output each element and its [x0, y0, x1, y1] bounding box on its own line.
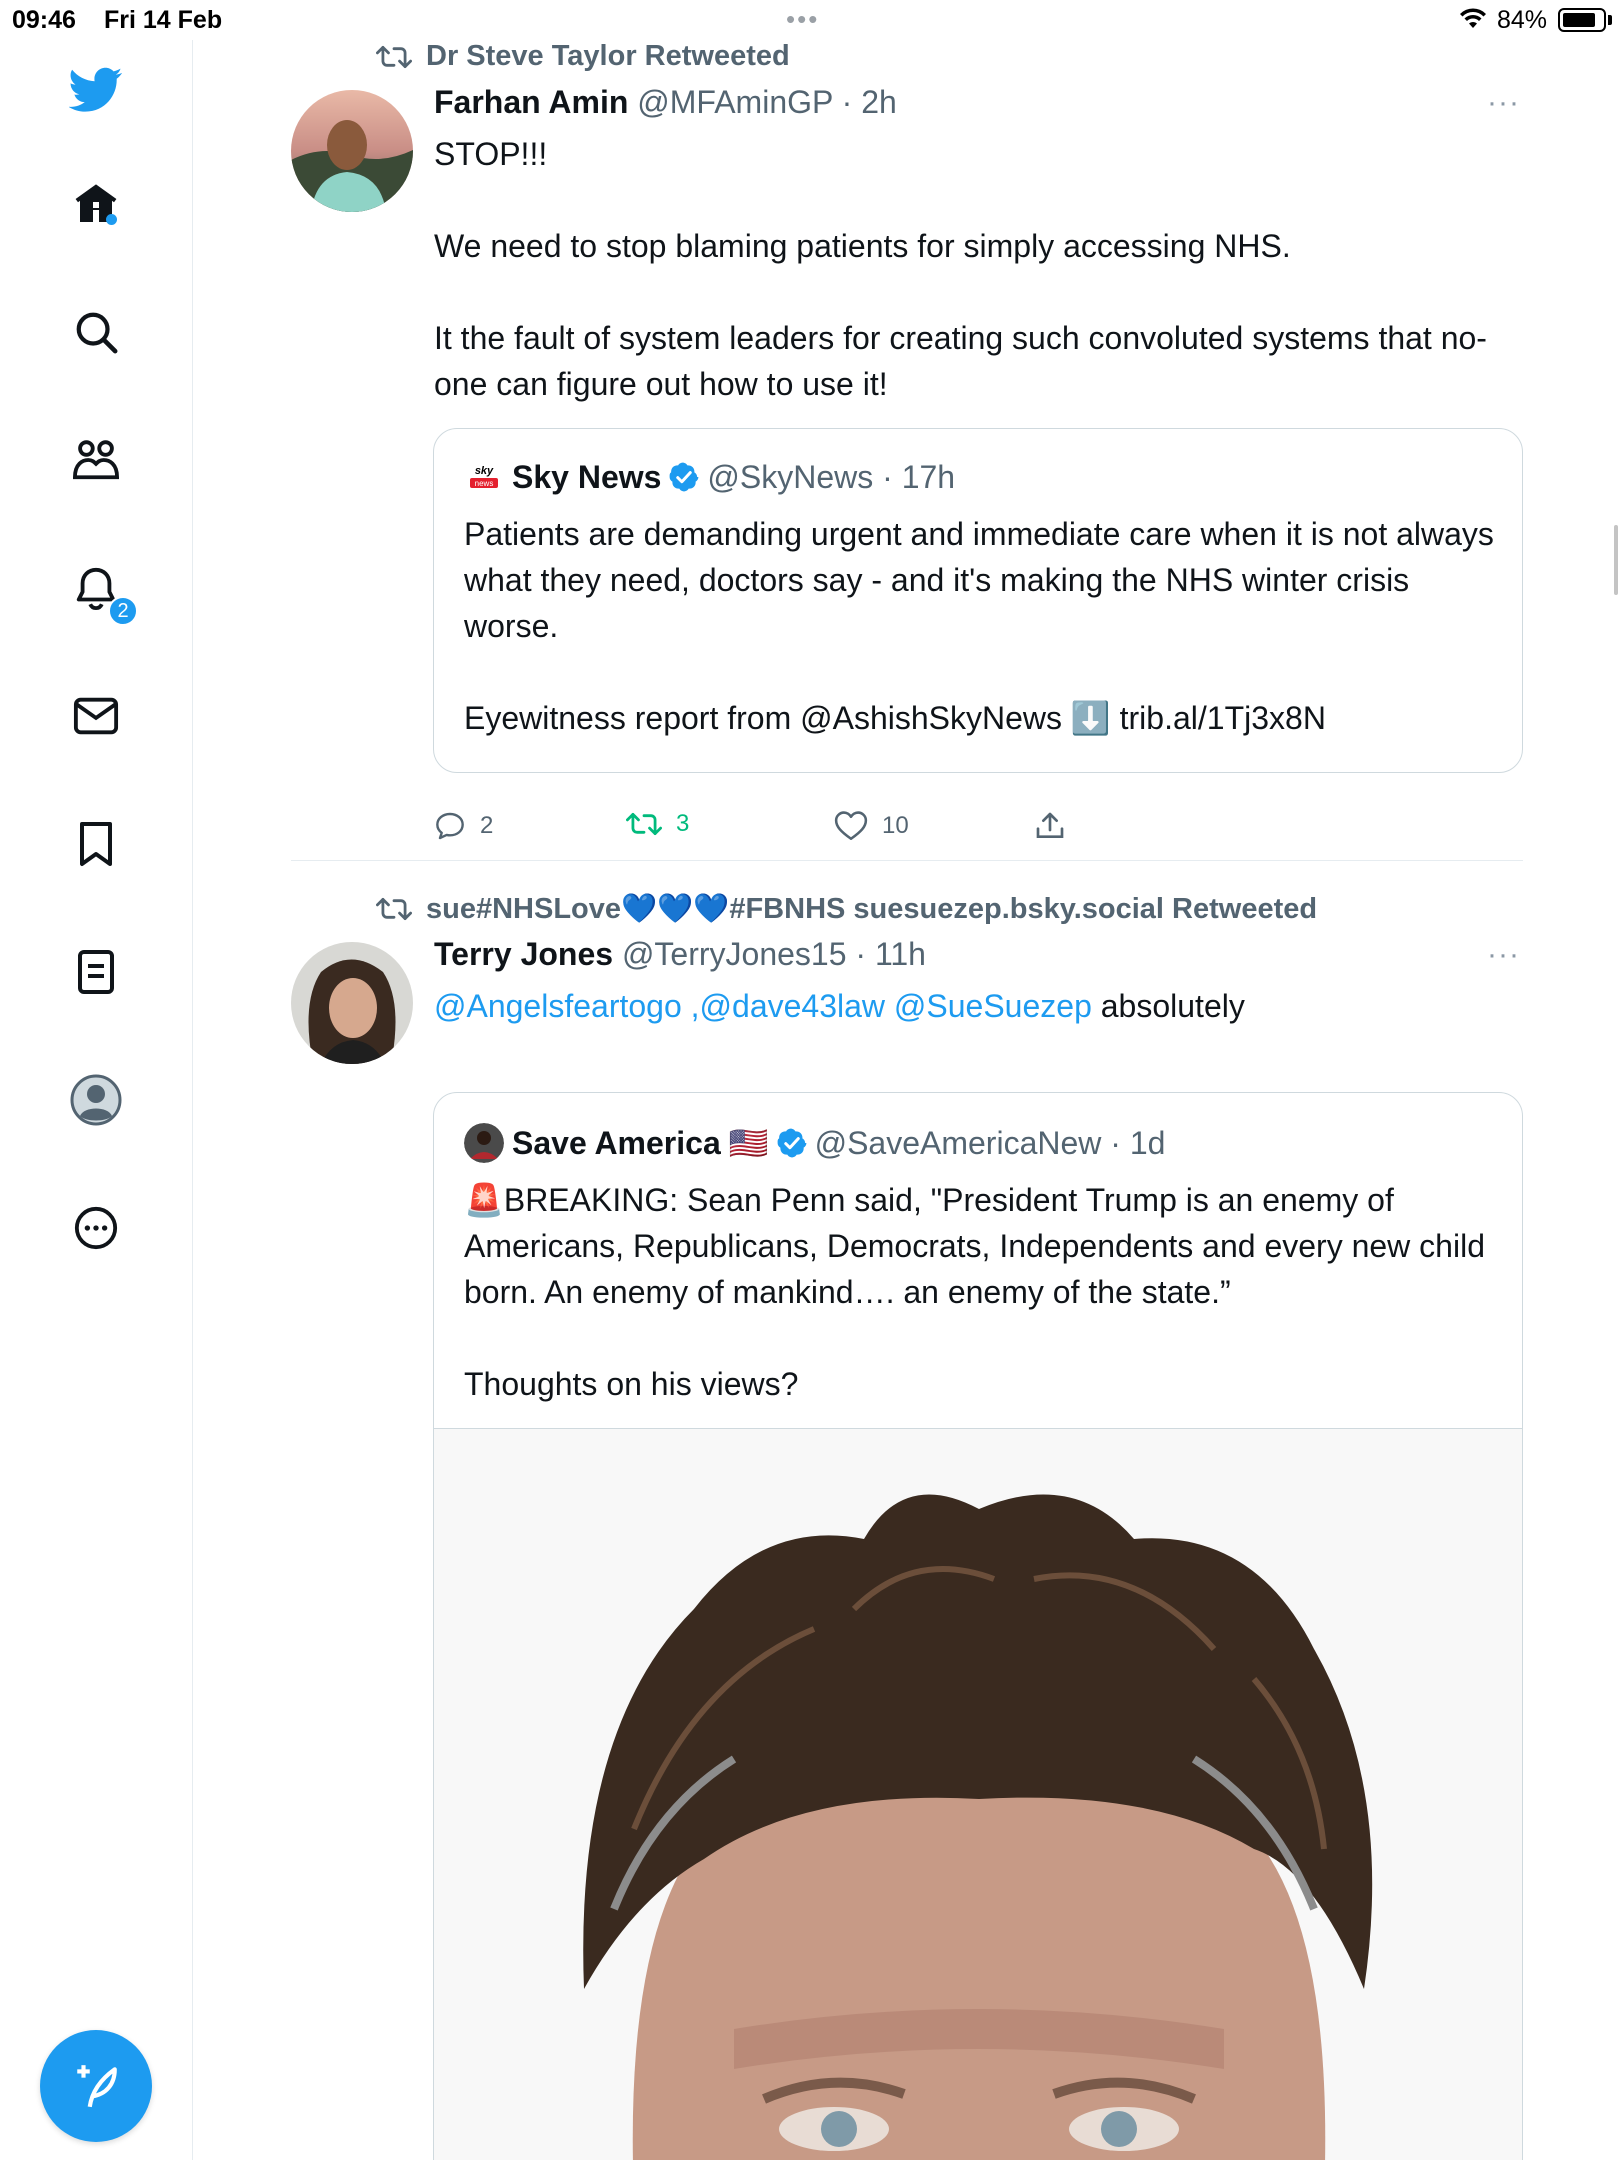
us-flag-icon: 🇺🇸 [728, 1125, 769, 1161]
tweet-text: STOP!!! We need to stop blaming patients… [434, 136, 1487, 402]
tweet-header: Farhan Amin @MFAminGP · 2h [434, 84, 897, 121]
tweet-more-button[interactable]: ··· [1487, 938, 1520, 972]
avatar[interactable] [291, 942, 413, 1064]
tweet-more-button[interactable]: ··· [1487, 86, 1520, 120]
quoted-tweet-header: Save America 🇺🇸 @SaveAmericaNew · 1d [464, 1123, 1165, 1163]
quote-handle-time: @SaveAmericaNew · 1d [814, 1124, 1166, 1161]
reply-icon [436, 812, 464, 840]
home-unread-dot [106, 214, 117, 225]
home-icon[interactable] [66, 174, 126, 234]
quote-handle-time: @SkyNews · 17h [707, 458, 956, 495]
author-handle-time[interactable]: @TerryJones15 · 11h [622, 936, 926, 972]
quote-avatar [464, 1123, 504, 1163]
retweet-icon [376, 45, 412, 68]
author-name[interactable]: Farhan Amin [434, 84, 628, 120]
status-date: Fri 14 Feb [104, 6, 223, 34]
quoted-tweet[interactable]: sky news Sky News @SkyNews · 17h Patients… [433, 428, 1523, 773]
status-bar: 09:46 Fri 14 Feb ••• 84% [0, 0, 1620, 40]
retweet-context: Dr Steve Taylor Retweeted [376, 40, 790, 73]
quote-avatar-sky-news-logo: sky news [464, 457, 504, 497]
compose-feather-icon [77, 2065, 117, 2108]
heart-icon [834, 811, 868, 841]
profile-avatar-icon[interactable] [66, 1070, 126, 1130]
compose-tweet-button[interactable] [40, 2030, 152, 2142]
battery-nub [1608, 15, 1612, 25]
retweet-count: 3 [676, 810, 690, 837]
status-time: 09:46 [12, 6, 76, 34]
twitter-logo-icon[interactable] [66, 60, 126, 120]
portrait-photo [434, 1429, 1522, 2160]
tweet[interactable]: Dr Steve Taylor Retweeted Farhan Amin @M… [193, 40, 1620, 860]
tweet-text: @Angelsfeartogo ,@dave43law @SueSuezep a… [434, 983, 1534, 1029]
reply-count: 2 [480, 812, 494, 839]
communities-icon[interactable] [66, 430, 126, 490]
avatar[interactable] [291, 90, 413, 212]
quote-author-name: Sky News [512, 458, 662, 495]
tweet-header: Terry Jones @TerryJones15 · 11h [434, 936, 926, 973]
retweeted-by-label[interactable]: sue#NHSLove💙💙💙#FBNHS suesuezep.bsky.soci… [426, 892, 1317, 926]
wifi-icon [1458, 6, 1488, 35]
retweeted-by-label[interactable]: Dr Steve Taylor Retweeted [426, 40, 790, 73]
quote-media-image[interactable] [434, 1428, 1522, 2160]
author-name[interactable]: Terry Jones [434, 936, 613, 972]
sidebar-nav: 2 [0, 40, 193, 2160]
timeline: Dr Steve Taylor Retweeted Farhan Amin @M… [193, 40, 1620, 2160]
retweet-icon [376, 897, 412, 921]
verified-badge-icon [669, 462, 699, 492]
battery-percent: 84% [1497, 6, 1548, 34]
author-handle-time[interactable]: @MFAminGP · 2h [637, 84, 897, 120]
retweet-icon [626, 812, 662, 836]
tweet-mentions[interactable]: @Angelsfeartogo ,@dave43law @SueSuezep [434, 988, 1092, 1024]
multitasking-dots[interactable]: ••• [786, 4, 819, 35]
battery-icon [1558, 8, 1606, 32]
share-button[interactable] [1034, 810, 1066, 842]
bookmarks-icon[interactable] [66, 814, 126, 874]
like-count: 10 [882, 812, 909, 839]
reply-button[interactable]: 2 [434, 810, 493, 842]
tweet-text-rest: absolutely [1091, 988, 1245, 1024]
verified-badge-icon [777, 1128, 807, 1158]
retweet-button[interactable]: 3 [626, 810, 689, 838]
notifications-badge: 2 [108, 596, 138, 626]
svg-text:news: news [475, 479, 494, 488]
quote-text: 🚨BREAKING: Sean Penn said, "President Tr… [464, 1182, 1485, 1402]
tweet[interactable]: sue#NHSLove💙💙💙#FBNHS suesuezep.bsky.soci… [193, 892, 1620, 2160]
svg-text:sky: sky [475, 465, 494, 477]
tweet-divider [291, 860, 1523, 861]
more-options-icon[interactable] [66, 1198, 126, 1258]
lists-icon[interactable] [66, 942, 126, 1002]
tweet-actions: 2 3 10 [434, 810, 1134, 860]
battery-level [1563, 13, 1595, 27]
search-icon[interactable] [66, 302, 126, 362]
share-icon [1036, 812, 1064, 838]
quote-text: Patients are demanding urgent and immedi… [464, 516, 1494, 736]
quoted-tweet[interactable]: Save America 🇺🇸 @SaveAmericaNew · 1d 🚨BR… [433, 1092, 1523, 2160]
quoted-tweet-header: sky news Sky News @SkyNews · 17h [464, 457, 955, 497]
messages-envelope-icon[interactable] [66, 686, 126, 746]
quote-author-name: Save America [512, 1124, 721, 1161]
retweet-context: sue#NHSLove💙💙💙#FBNHS suesuezep.bsky.soci… [376, 892, 1317, 926]
like-button[interactable]: 10 [834, 810, 909, 842]
